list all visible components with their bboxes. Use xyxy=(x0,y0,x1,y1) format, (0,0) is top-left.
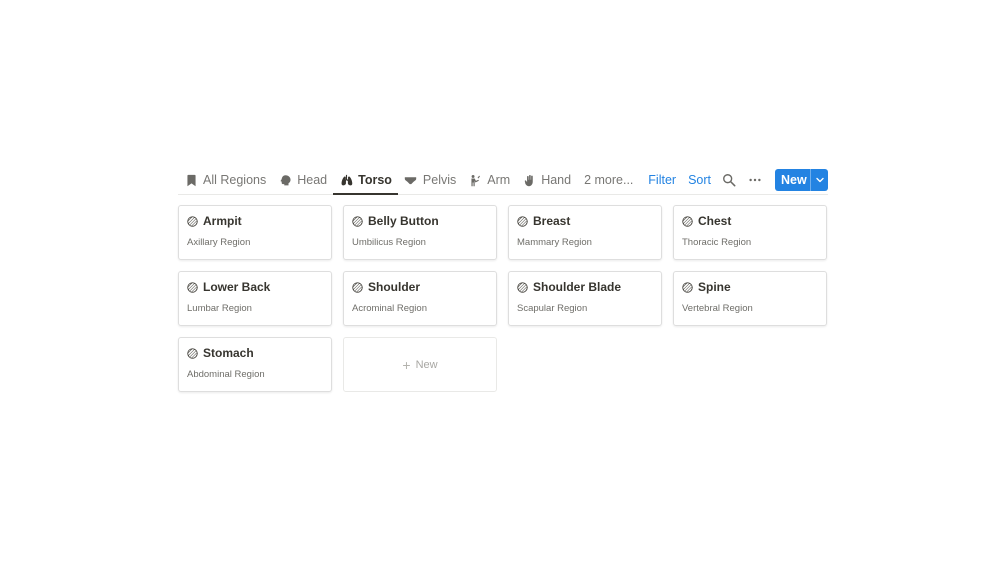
view-tabs: All Regions Head Torso Pelvis Arm Hand 2… xyxy=(178,166,639,195)
pelvis-icon xyxy=(404,173,418,187)
card-title: Shoulder xyxy=(352,280,420,294)
tab-hand[interactable]: Hand xyxy=(516,166,577,194)
lungs-icon xyxy=(339,173,353,187)
card-title-text: Breast xyxy=(533,214,571,228)
region-icon xyxy=(682,281,693,293)
gallery-card-chest[interactable]: Chest Thoracic Region xyxy=(673,205,827,260)
gallery-card-lower-back[interactable]: Lower Back Lumbar Region xyxy=(178,271,332,326)
gallery-card-belly-button[interactable]: Belly Button Umbilicus Region xyxy=(343,205,497,260)
card-subtitle: Axillary Region xyxy=(187,237,251,248)
card-subtitle: Umbilicus Region xyxy=(352,237,426,248)
card-title-text: Spine xyxy=(698,280,731,294)
search-icon[interactable] xyxy=(721,172,737,188)
card-title: Breast xyxy=(517,214,570,228)
card-title-text: Belly Button xyxy=(368,214,439,228)
bookmark-icon xyxy=(184,173,198,187)
tab-label: Head xyxy=(297,173,328,187)
view-actions: Filter Sort New xyxy=(648,166,828,194)
gallery-card-armpit[interactable]: Armpit Axillary Region xyxy=(178,205,332,260)
tab-label: Torso xyxy=(358,173,392,187)
card-subtitle: Lumbar Region xyxy=(187,303,252,314)
card-title: Armpit xyxy=(187,214,242,228)
region-icon xyxy=(352,215,363,227)
tab-label: Arm xyxy=(487,173,511,187)
tab-head[interactable]: Head xyxy=(272,166,333,194)
plus-icon: + xyxy=(402,356,411,373)
card-title-text: Shoulder xyxy=(368,280,421,294)
card-title-text: Lower Back xyxy=(203,280,271,294)
region-icon xyxy=(187,215,198,227)
hand-icon xyxy=(522,173,536,187)
new-button[interactable]: New xyxy=(775,169,811,191)
add-new-card-button[interactable]: + New xyxy=(343,337,497,392)
tab-arm[interactable]: Arm xyxy=(462,166,516,194)
tab-pelvis[interactable]: Pelvis xyxy=(398,166,462,194)
tab-torso[interactable]: Torso xyxy=(333,166,398,195)
head-icon xyxy=(278,173,292,187)
more-views-button[interactable]: 2 more... xyxy=(577,166,639,194)
gallery-card-breast[interactable]: Breast Mammary Region xyxy=(508,205,662,260)
arm-icon xyxy=(468,173,482,187)
tab-label: All Regions xyxy=(203,173,267,187)
more-views-label: 2 more... xyxy=(584,173,634,187)
card-subtitle: Thoracic Region xyxy=(682,237,752,248)
tab-label: Pelvis xyxy=(422,173,457,187)
view-toolbar: All Regions Head Torso Pelvis Arm Hand 2… xyxy=(178,166,828,195)
card-title: Chest xyxy=(682,214,731,228)
region-icon xyxy=(352,281,363,293)
tab-label: Hand xyxy=(541,173,572,187)
gallery-card-shoulder-blade[interactable]: Shoulder Blade Scapular Region xyxy=(508,271,662,326)
region-icon xyxy=(187,347,198,359)
filter-button[interactable]: Filter xyxy=(648,173,676,187)
gallery-card-stomach[interactable]: Stomach Abdominal Region xyxy=(178,337,332,392)
region-icon xyxy=(682,215,693,227)
card-subtitle: Acrominal Region xyxy=(352,303,427,314)
gallery-card-spine[interactable]: Spine Vertebral Region xyxy=(673,271,827,326)
card-subtitle: Mammary Region xyxy=(517,237,592,248)
card-title: Belly Button xyxy=(352,214,439,228)
card-title-text: Stomach xyxy=(203,346,254,360)
card-title-text: Chest xyxy=(698,214,732,228)
card-title-text: Armpit xyxy=(203,214,242,228)
card-title: Lower Back xyxy=(187,280,270,294)
region-icon xyxy=(517,215,528,227)
card-title: Spine xyxy=(682,280,731,294)
region-icon xyxy=(517,281,528,293)
add-new-card-label: New xyxy=(415,358,438,371)
sort-button[interactable]: Sort xyxy=(688,173,711,187)
card-subtitle: Scapular Region xyxy=(517,303,588,314)
chevron-down-icon[interactable] xyxy=(811,169,828,191)
card-title: Shoulder Blade xyxy=(517,280,621,294)
card-subtitle: Abdominal Region xyxy=(187,369,265,380)
tab-all-regions[interactable]: All Regions xyxy=(178,166,272,194)
more-icon[interactable] xyxy=(747,172,763,188)
gallery-card-shoulder[interactable]: Shoulder Acrominal Region xyxy=(343,271,497,326)
region-icon xyxy=(187,281,198,293)
card-subtitle: Vertebral Region xyxy=(682,303,753,314)
card-title: Stomach xyxy=(187,346,254,360)
database-view: All Regions Head Torso Pelvis Arm Hand 2… xyxy=(178,166,828,392)
new-button-group: New xyxy=(775,169,828,191)
card-title-text: Shoulder Blade xyxy=(533,280,622,294)
